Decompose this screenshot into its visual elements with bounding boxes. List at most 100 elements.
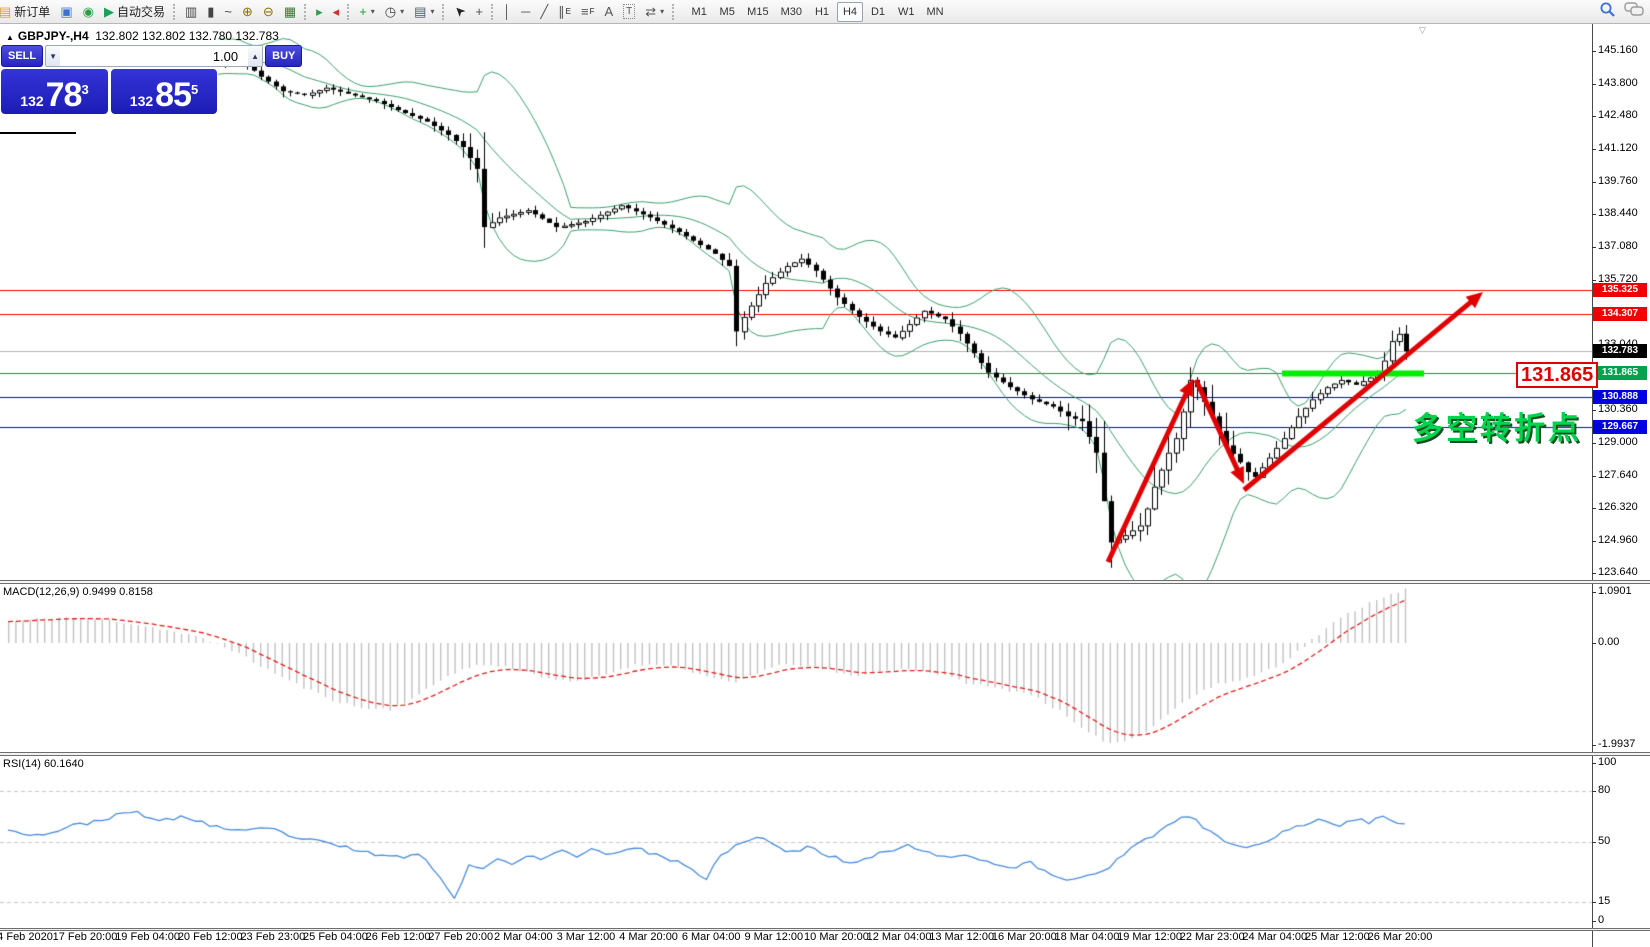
equidistant-channel-button[interactable]: ∥E <box>553 1 576 22</box>
editor-button[interactable]: ▣ <box>55 1 77 22</box>
autotrading-label: 自动交易 <box>117 3 165 20</box>
signals-button[interactable]: ◉ <box>78 1 99 22</box>
line-chart-button[interactable]: ~ <box>219 1 237 22</box>
time-axis-label: 4 Feb 2020 <box>0 931 53 943</box>
timeframe-m1-button[interactable]: M1 <box>686 2 712 22</box>
candle-chart-button[interactable]: ▮ <box>202 1 219 22</box>
price-marker-134-307: 134.307 <box>1593 307 1647 321</box>
buy-price-prefix: 132 <box>130 91 153 111</box>
chart-shift-icon: ◂ <box>333 5 340 18</box>
price-tick-label: 123.640 <box>1598 566 1638 578</box>
periods-icon: ◷ <box>385 5 396 18</box>
timeframe-h1-button[interactable]: H1 <box>809 2 835 22</box>
periods-dropdown-icon[interactable]: ▾ <box>400 7 404 16</box>
timeframe-m5-button[interactable]: M5 <box>714 2 740 22</box>
autotrading-button[interactable]: ▶自动交易 <box>99 1 170 22</box>
vertical-line-button[interactable]: │ <box>498 1 516 22</box>
crosshair-button[interactable]: + <box>470 1 488 22</box>
zoom-in-button[interactable]: ⊕ <box>237 1 258 22</box>
rsi-scale-label: 100 <box>1598 756 1616 768</box>
buy-price-quote[interactable]: 132855 <box>111 69 217 114</box>
rsi-scale-label: 0 <box>1598 914 1604 926</box>
text-button[interactable]: A <box>599 1 618 22</box>
rsi-scale-label: 15 <box>1598 895 1610 907</box>
rsi-pane-separator[interactable] <box>0 752 1650 756</box>
price-axis[interactable] <box>1593 24 1650 947</box>
vertical-line-icon: │ <box>503 5 511 18</box>
price-tick-label: 126.320 <box>1598 501 1638 513</box>
sell-price-main: 78 <box>46 79 82 111</box>
arrows-tool-button[interactable]: ⇄▾ <box>640 1 669 22</box>
auto-scroll-button[interactable]: ▸ <box>311 1 328 22</box>
sell-price-quote[interactable]: 132783 <box>1 69 108 114</box>
timeframe-mn-button[interactable]: MN <box>921 2 948 22</box>
chart-symbol-icon: ▲ <box>6 33 14 42</box>
time-axis-label: 19 Mar 12:00 <box>1117 931 1182 943</box>
time-axis-label: 19 Feb 04:00 <box>115 931 180 943</box>
indicators-button[interactable]: +▾ <box>354 1 380 22</box>
volume-increase-button[interactable]: ▲ <box>248 46 262 66</box>
toolbar-group: │─╱∥E≡FAT⇄▾ <box>498 0 669 24</box>
periods-button[interactable]: ◷▾ <box>380 1 409 22</box>
zoom-out-button[interactable]: ⊖ <box>258 1 279 22</box>
toolbar-group: ▥ ▮ ~⊕⊖▦ <box>180 0 301 24</box>
rsi-tick-mark <box>1592 921 1596 922</box>
timeframe-h4-button[interactable]: H4 <box>837 2 863 22</box>
rsi-scale-label: 80 <box>1598 784 1610 796</box>
templates-button[interactable]: ▤▾ <box>409 1 439 22</box>
chat-icon[interactable] <box>1624 2 1644 23</box>
chart-shift-marker[interactable]: ▽ <box>1419 25 1426 36</box>
candle-chart-icon: ▮ <box>207 5 214 18</box>
macd-pane-separator[interactable] <box>0 580 1650 584</box>
bar-chart-icon: ▥ <box>185 5 197 18</box>
toolbar-group: ▤新订单▣◉▶自动交易 <box>0 0 170 24</box>
chart-annotation-text[interactable]: 多空转折点 <box>1412 403 1582 448</box>
arrows-tool-icon: ⇄ <box>645 5 656 18</box>
trendline-icon: ╱ <box>540 5 548 18</box>
arrows-tool-dropdown-icon[interactable]: ▾ <box>660 7 664 16</box>
chart-shift-button[interactable]: ◂ <box>328 1 345 22</box>
macd-indicator-label: MACD(12,26,9) 0.9499 0.8158 <box>3 586 153 598</box>
buy-button[interactable]: BUY <box>265 45 302 67</box>
rsi-pane-canvas[interactable] <box>0 756 1592 928</box>
timeframe-m30-button[interactable]: M30 <box>776 2 807 22</box>
volume-input[interactable] <box>60 46 248 66</box>
timeframe-d1-button[interactable]: D1 <box>865 2 891 22</box>
chart-symbol-period: GBPJPY-,H4 <box>18 29 89 43</box>
tile-windows-button[interactable]: ▦ <box>279 1 301 22</box>
macd-tick-mark <box>1592 745 1596 746</box>
time-axis-label: 12 Mar 04:00 <box>867 931 932 943</box>
price-tick-label: 124.960 <box>1598 534 1638 546</box>
new-order-button[interactable]: ▤新订单 <box>0 1 55 22</box>
price-tick-mark <box>1592 476 1596 477</box>
macd-pane-canvas[interactable] <box>0 584 1592 752</box>
trendline-button[interactable]: ╱ <box>535 1 553 22</box>
mt4-window: ▤新订单▣◉▶自动交易▥▮~⊕⊖▦▸◂+▾◷▾▤▾➤+│─╱∥E≡FAT⇄▾M1… <box>0 0 1650 947</box>
search-icon[interactable] <box>1599 1 1616 23</box>
sell-button[interactable]: SELL <box>1 45 43 67</box>
fibonacci-button[interactable]: ≡F <box>576 1 599 22</box>
price-tick-label: 142.480 <box>1598 109 1638 121</box>
price-tick-mark <box>1592 541 1596 542</box>
price-tick-mark <box>1592 573 1596 574</box>
horizontal-line-button[interactable]: ─ <box>516 1 535 22</box>
macd-scale-label: 1.0901 <box>1598 585 1632 597</box>
timeframe-m15-button[interactable]: M15 <box>742 2 773 22</box>
new-order-label: 新订单 <box>14 3 50 20</box>
drawn-hline-object[interactable] <box>0 132 76 134</box>
time-axis-label: 16 Mar 20:00 <box>992 931 1057 943</box>
price-tick-label: 138.440 <box>1598 207 1638 219</box>
time-axis-label: 9 Mar 12:00 <box>744 931 803 943</box>
time-axis-label: 20 Feb 12:00 <box>178 931 243 943</box>
volume-decrease-button[interactable]: ▼ <box>46 46 60 66</box>
templates-dropdown-icon[interactable]: ▾ <box>430 7 434 16</box>
bar-chart-button[interactable]: ▥ <box>180 1 202 22</box>
indicators-dropdown-icon[interactable]: ▾ <box>371 7 375 16</box>
price-level-label-object[interactable]: 131.865 <box>1516 362 1598 388</box>
autotrading-icon: ▶ <box>104 5 114 18</box>
price-tick-label: 139.760 <box>1598 175 1638 187</box>
cursor-button[interactable]: ➤ <box>449 1 470 22</box>
timeframe-w1-button[interactable]: W1 <box>893 2 920 22</box>
main-chart-canvas[interactable] <box>0 24 1592 580</box>
text-label-button[interactable]: T <box>618 1 640 22</box>
